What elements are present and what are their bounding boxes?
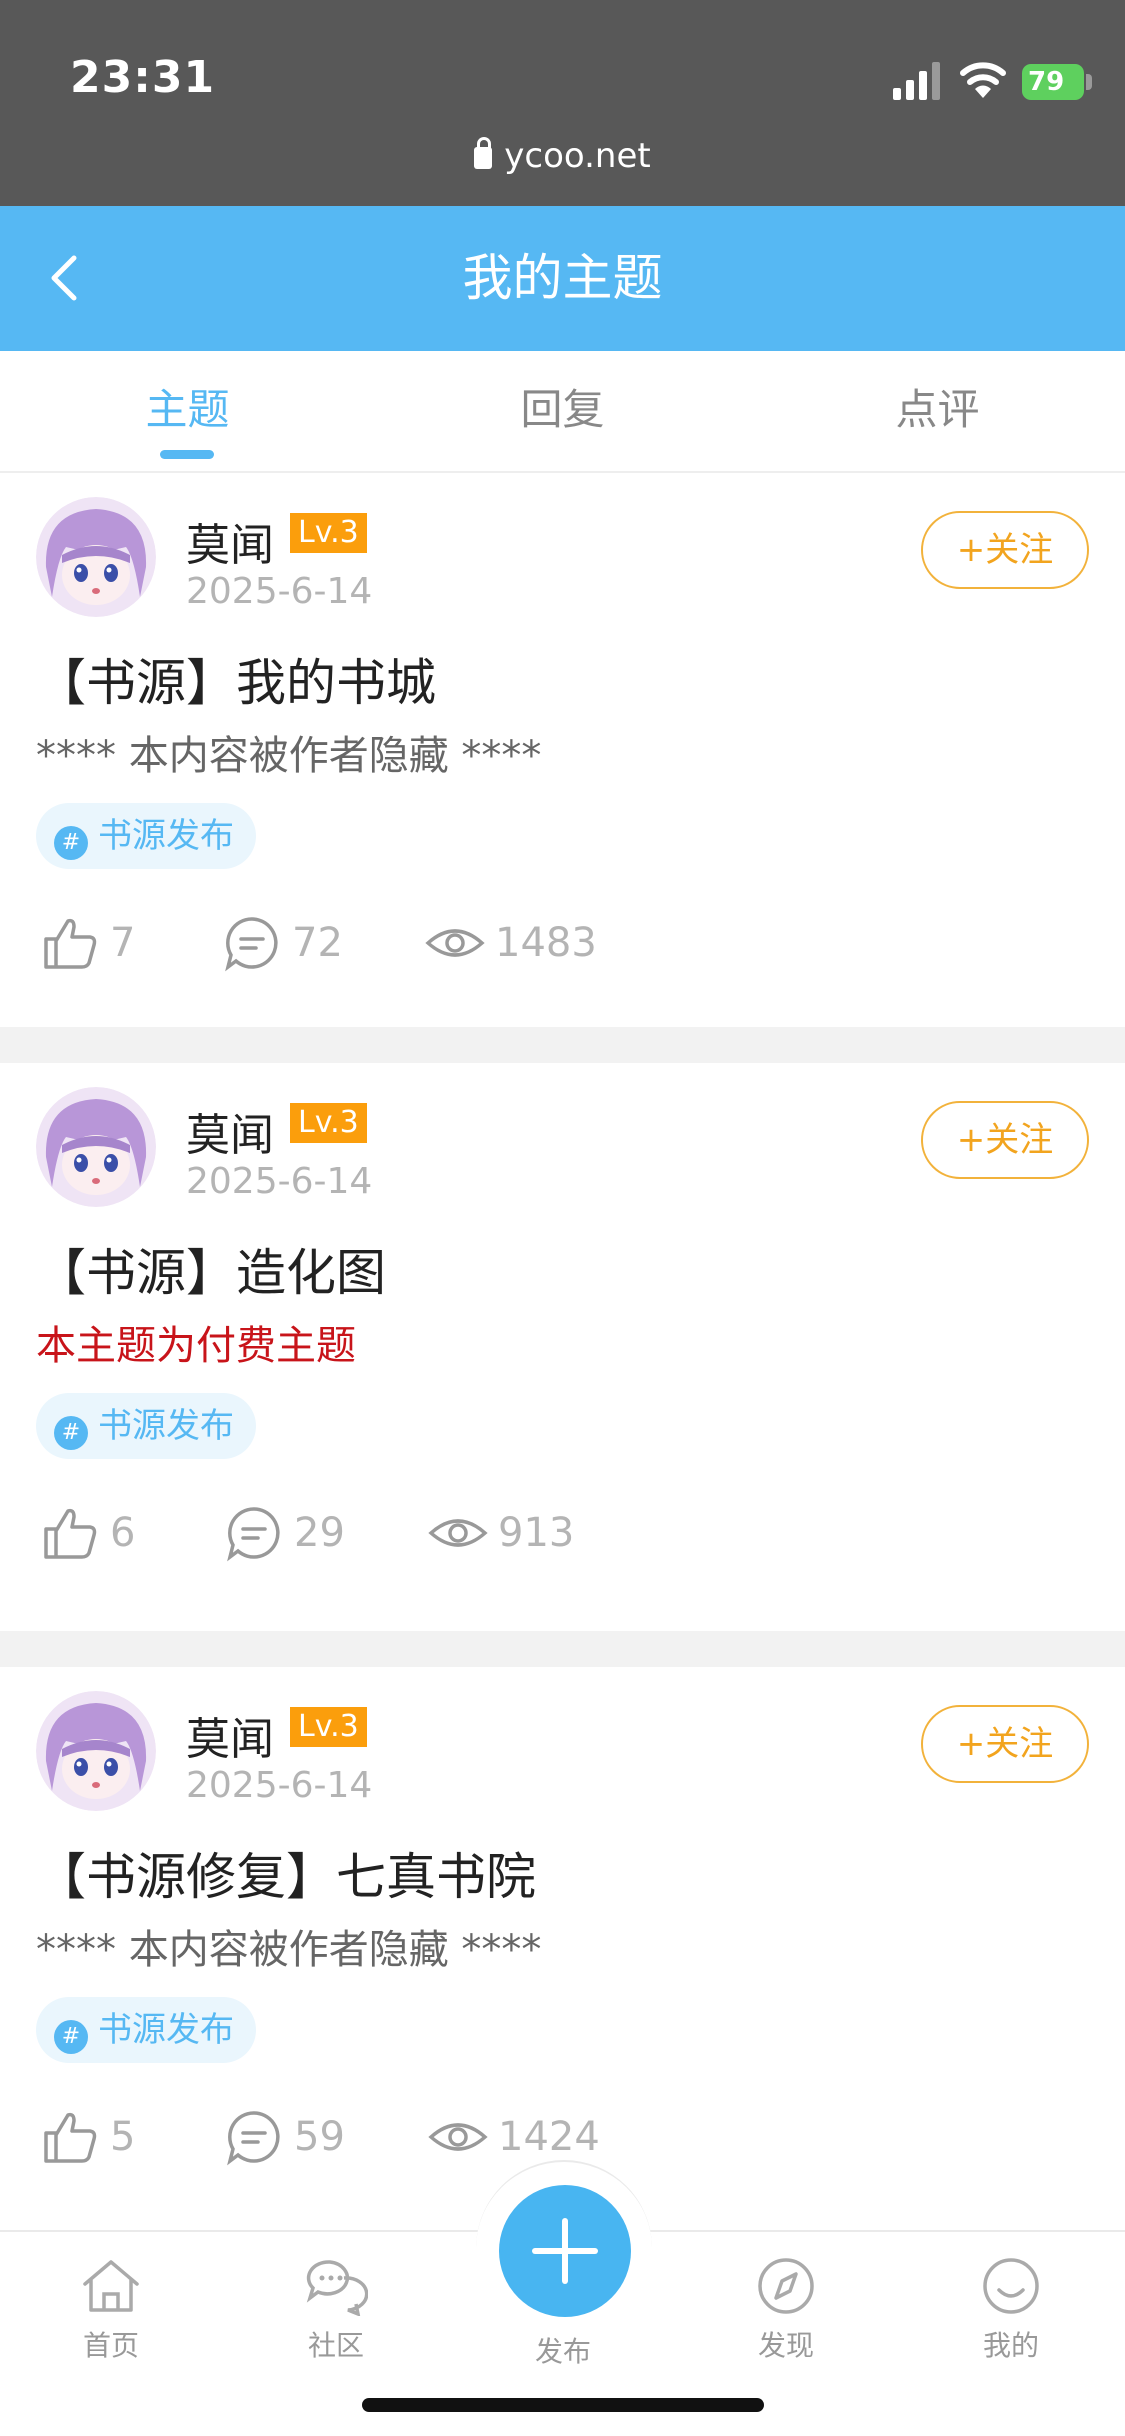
hash-icon: #: [54, 2020, 88, 2054]
tag-label: 书源发布: [98, 1406, 234, 1446]
home-icon: [83, 2260, 139, 2312]
signal-icon: [893, 62, 940, 100]
thumbs-up-icon: [44, 2112, 97, 2163]
like-count: 5: [110, 2114, 136, 2160]
avatar[interactable]: [36, 1087, 156, 1207]
home-indicator: [362, 2398, 764, 2412]
view-count: 913: [498, 1510, 575, 1556]
tab-bar: 主题 回复 点评: [0, 351, 1125, 473]
comment-count: 72: [292, 920, 343, 966]
view-count: 1483: [495, 920, 597, 966]
level-badge: Lv.3: [290, 1707, 367, 1747]
like-count: 6: [110, 1510, 136, 1556]
status-time: 23:31: [70, 52, 216, 103]
tag-label: 书源发布: [98, 816, 234, 856]
level-badge: Lv.3: [290, 1103, 367, 1143]
post-excerpt: **** 本内容被作者隐藏 ****: [36, 733, 542, 779]
comment-count: 29: [294, 1510, 345, 1556]
comment-icon: [227, 1507, 280, 1562]
plus-icon: [532, 2218, 598, 2284]
page-header: 我的主题: [0, 206, 1125, 351]
browser-status-area: 23:31 79 ycoo.net: [0, 0, 1125, 206]
avatar[interactable]: [36, 1691, 156, 1811]
tab-reviews[interactable]: 点评: [750, 351, 1125, 471]
avatar[interactable]: [36, 497, 156, 617]
active-tab-indicator: [160, 450, 214, 459]
url-bar[interactable]: ycoo.net: [0, 136, 1125, 176]
post-card[interactable]: 莫闻 Lv.3 2025-6-14 +关注 【书源】造化图 本主题为付费主题 #…: [0, 1063, 1125, 1631]
publish-button[interactable]: [499, 2185, 631, 2317]
post-title[interactable]: 【书源修复】七真书院: [36, 1837, 536, 1909]
eye-icon: [425, 929, 485, 957]
comment-icon: [225, 917, 278, 972]
author-name[interactable]: 莫闻: [186, 1703, 274, 1767]
thumbs-up-icon: [44, 918, 97, 969]
hash-icon: #: [54, 1416, 88, 1450]
nav-discover[interactable]: 发现: [711, 2256, 861, 2364]
hash-icon: #: [54, 826, 88, 860]
eye-icon: [428, 1519, 488, 1547]
post-date: 2025-6-14: [186, 1765, 373, 1806]
follow-button[interactable]: +关注: [921, 1101, 1089, 1179]
follow-button[interactable]: +关注: [921, 511, 1089, 589]
comment-icon: [227, 2111, 280, 2166]
topic-tag[interactable]: # 书源发布: [36, 1997, 256, 2063]
page-title: 我的主题: [462, 249, 663, 307]
nav-mine-label: 我的: [982, 2329, 1039, 2362]
follow-button[interactable]: +关注: [921, 1705, 1089, 1783]
post-title[interactable]: 【书源】我的书城: [36, 643, 436, 715]
topic-tag[interactable]: # 书源发布: [36, 803, 256, 869]
post-date: 2025-6-14: [186, 571, 373, 612]
author-name[interactable]: 莫闻: [186, 1099, 274, 1163]
nav-mine[interactable]: 我的: [936, 2256, 1086, 2364]
paid-notice: 本主题为付费主题: [36, 1323, 356, 1369]
post-card[interactable]: 莫闻 Lv.3 2025-6-14 +关注 【书源修复】七真书院 **** 本内…: [0, 1667, 1125, 2230]
thumbs-up-icon: [44, 1508, 97, 1559]
nav-home[interactable]: 首页: [36, 2256, 186, 2364]
tag-label: 书源发布: [98, 2010, 234, 2050]
post-excerpt: **** 本内容被作者隐藏 ****: [36, 1927, 542, 1973]
nav-home-label: 首页: [82, 2329, 139, 2362]
wifi-icon: [960, 62, 1006, 98]
level-badge: Lv.3: [290, 513, 367, 553]
post-title[interactable]: 【书源】造化图: [36, 1233, 386, 1305]
nav-community-label: 社区: [307, 2329, 364, 2362]
nav-community[interactable]: 社区: [261, 2256, 411, 2364]
like-count: 7: [110, 920, 136, 966]
post-card[interactable]: 莫闻 Lv.3 2025-6-14 +关注 【书源】我的书城 **** 本内容被…: [0, 473, 1125, 1027]
nav-publish-label: 发布: [534, 2335, 591, 2368]
view-count: 1424: [498, 2114, 600, 2160]
battery-icon: 79: [1022, 64, 1084, 100]
compass-icon: [758, 2258, 814, 2314]
nav-discover-label: 发现: [757, 2329, 814, 2362]
eye-icon: [428, 2123, 488, 2151]
comment-count: 59: [294, 2114, 345, 2160]
card-separator: [0, 1027, 1125, 1063]
topic-tag[interactable]: # 书源发布: [36, 1393, 256, 1459]
author-name[interactable]: 莫闻: [186, 509, 274, 573]
tab-replies[interactable]: 回复: [375, 351, 750, 471]
post-date: 2025-6-14: [186, 1161, 373, 1202]
card-separator: [0, 1631, 1125, 1667]
url-text: ycoo.net: [504, 136, 651, 176]
chat-bubbles-icon: [306, 2260, 368, 2316]
smiley-icon: [983, 2258, 1039, 2314]
battery-tip: [1086, 74, 1092, 90]
lock-icon: [474, 137, 493, 169]
